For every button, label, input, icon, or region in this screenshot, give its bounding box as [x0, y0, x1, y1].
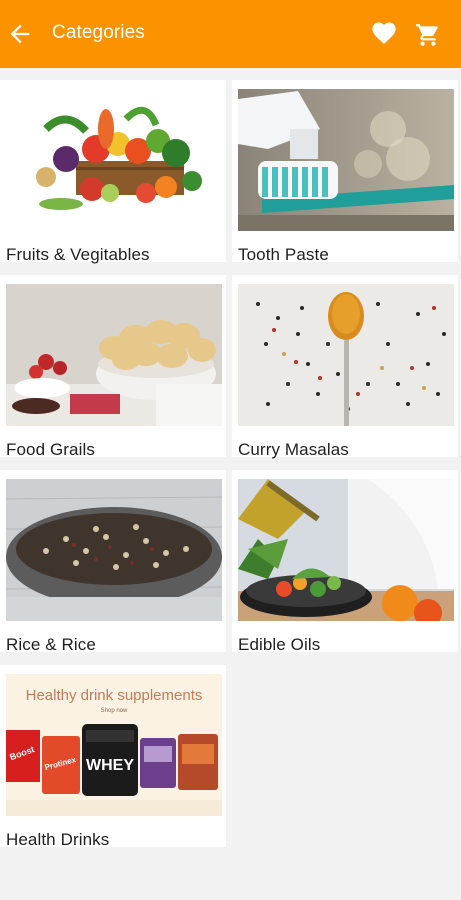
category-label: Rice & Rice — [6, 635, 96, 654]
banner-shop-now: Shop now — [101, 708, 128, 714]
rice-rice-image — [6, 479, 222, 621]
category-card-food-grails[interactable]: Food Grails — [0, 275, 226, 459]
category-label: Food Grails — [6, 440, 95, 459]
edible-oils-image — [238, 479, 454, 621]
category-card-health-drinks[interactable]: Healthy drink supplements Shop now Boost… — [0, 665, 226, 849]
page-title: Categories — [52, 22, 145, 43]
category-label: Health Drinks — [6, 830, 110, 849]
category-card-tooth-paste[interactable]: Tooth Paste — [232, 80, 458, 264]
category-card-edible-oils[interactable]: Edible Oils — [232, 470, 458, 654]
category-label: Fruits & Vegitables — [6, 245, 150, 264]
category-card-curry-masalas[interactable]: Curry Masalas — [232, 275, 458, 459]
category-label: Curry Masalas — [238, 440, 349, 459]
heart-icon[interactable] — [370, 19, 398, 47]
health-drinks-image: Healthy drink supplements Shop now Boost… — [6, 674, 222, 816]
curry-masalas-image — [238, 284, 454, 426]
app-bar: Categories — [0, 0, 461, 68]
food-grails-image — [6, 284, 222, 426]
category-card-fruits-vegetables[interactable]: Fruits & Vegitables — [0, 80, 226, 264]
category-label: Tooth Paste — [238, 245, 329, 264]
shopping-cart-icon[interactable] — [415, 22, 441, 48]
arrow-left-icon[interactable] — [6, 20, 34, 48]
banner-headline: Healthy drink supplements — [26, 687, 203, 704]
category-label: Edible Oils — [238, 635, 321, 654]
category-card-rice-rice[interactable]: Rice & Rice — [0, 470, 226, 654]
product-whey-text: WHEY — [86, 757, 134, 774]
tooth-paste-image — [238, 89, 454, 231]
fruits-vegetables-image — [6, 89, 222, 231]
